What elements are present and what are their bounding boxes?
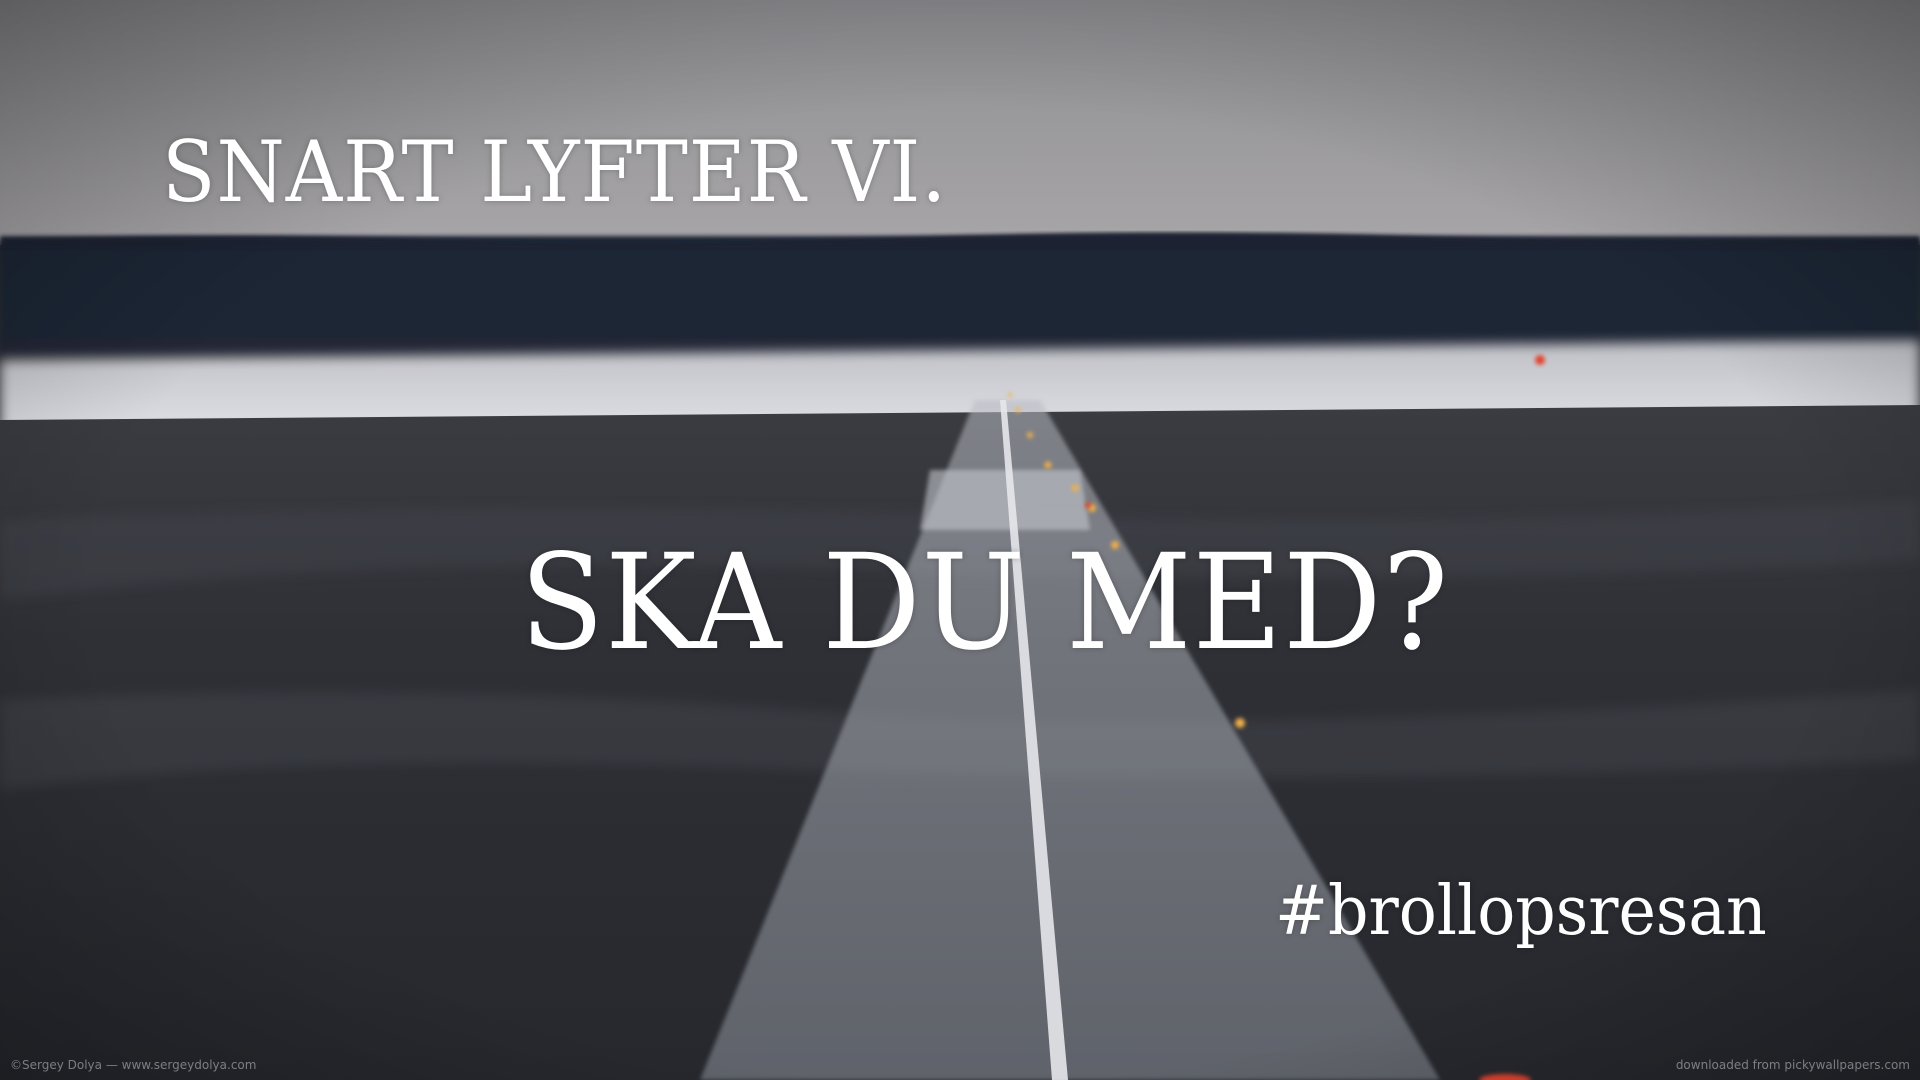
question-text: SKA DU MED? — [520, 526, 1450, 680]
photographer-credit: ©Sergey Dolya — www.sergeydolya.com — [10, 1058, 257, 1072]
wallpaper-scene: SNART LYFTER VI. SKA DU MED? #brollopsre… — [0, 0, 1920, 1080]
headline-text: SNART LYFTER VI. — [162, 123, 948, 221]
download-source-credit: downloaded from pickywallpapers.com — [1675, 1058, 1910, 1072]
hashtag-text: #brollopsresan — [1275, 872, 1767, 951]
